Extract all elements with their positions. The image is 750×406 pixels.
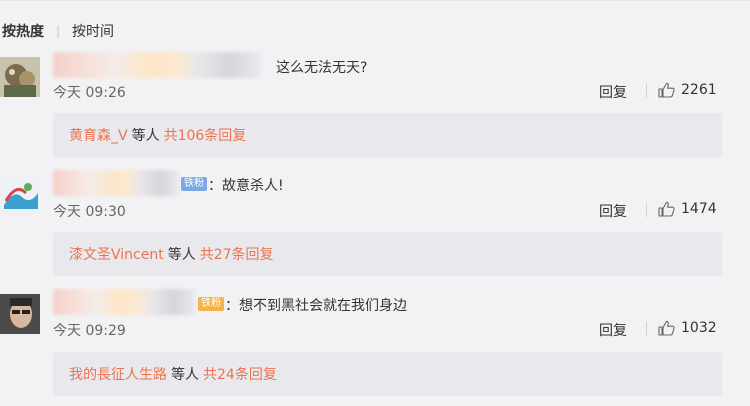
blurred-username[interactable] bbox=[53, 170, 179, 196]
comment-time: 今天 09:26 bbox=[53, 85, 126, 101]
reply-button[interactable]: 回复 bbox=[599, 320, 627, 340]
reply-author-link[interactable]: 漆文圣Vincent bbox=[69, 244, 164, 264]
like-count: 1474 bbox=[681, 201, 717, 217]
thumbs-up-icon bbox=[658, 201, 675, 217]
reply-etc-label: 等人 bbox=[167, 247, 196, 263]
like-button[interactable]: 1032 bbox=[658, 320, 717, 336]
avatar[interactable] bbox=[0, 294, 40, 334]
top-divider bbox=[0, 0, 750, 1]
sort-by-hot-tab[interactable]: 按热度 bbox=[2, 21, 44, 41]
blurred-username[interactable] bbox=[53, 52, 261, 78]
like-count: 2261 bbox=[681, 82, 717, 98]
reply-author-link[interactable]: 黄育森_V bbox=[69, 125, 128, 145]
like-count: 1032 bbox=[681, 320, 717, 336]
reply-summary[interactable]: 漆文圣Vincent 等人 共27条回复 bbox=[53, 232, 722, 276]
sort-separator: | bbox=[56, 24, 61, 38]
fan-badge: 铁粉 bbox=[181, 177, 207, 191]
reply-summary[interactable]: 黄育森_V 等人 共106条回复 bbox=[53, 113, 722, 157]
reply-button[interactable]: 回复 bbox=[599, 201, 627, 221]
reply-button[interactable]: 回复 bbox=[599, 82, 627, 102]
comment-time: 今天 09:30 bbox=[53, 204, 126, 220]
reply-count-link[interactable]: 共106条回复 bbox=[164, 125, 247, 145]
action-divider bbox=[646, 203, 647, 217]
sort-by-time-tab[interactable]: 按时间 bbox=[72, 21, 114, 41]
thumbs-up-icon bbox=[658, 320, 675, 336]
reply-etc-label: 等人 bbox=[131, 128, 160, 144]
comment-text: ：故意杀人! bbox=[208, 178, 284, 194]
reply-summary[interactable]: 我的長征人生路 等人 共24条回复 bbox=[53, 352, 722, 396]
blurred-username[interactable] bbox=[53, 289, 195, 315]
thumbs-up-icon bbox=[658, 82, 675, 98]
action-divider bbox=[646, 322, 647, 336]
avatar[interactable] bbox=[0, 175, 40, 215]
reply-etc-label: 等人 bbox=[171, 367, 199, 383]
reply-count-link[interactable]: 共27条回复 bbox=[200, 244, 274, 264]
like-button[interactable]: 1474 bbox=[658, 201, 717, 217]
reply-author-link[interactable]: 我的長征人生路 bbox=[69, 364, 167, 384]
comment-time: 今天 09:29 bbox=[53, 323, 126, 339]
fan-badge: 铁粉 bbox=[198, 297, 224, 311]
action-divider bbox=[646, 84, 647, 98]
avatar[interactable] bbox=[0, 57, 40, 97]
reply-count-link[interactable]: 共24条回复 bbox=[203, 364, 277, 384]
comment-text: ：想不到黑社会就在我们身边 bbox=[225, 298, 407, 314]
like-button[interactable]: 2261 bbox=[658, 82, 717, 98]
comment-text: 这么无法无天? bbox=[276, 60, 368, 76]
sort-bar: 按热度 | 按时间 bbox=[2, 20, 114, 42]
